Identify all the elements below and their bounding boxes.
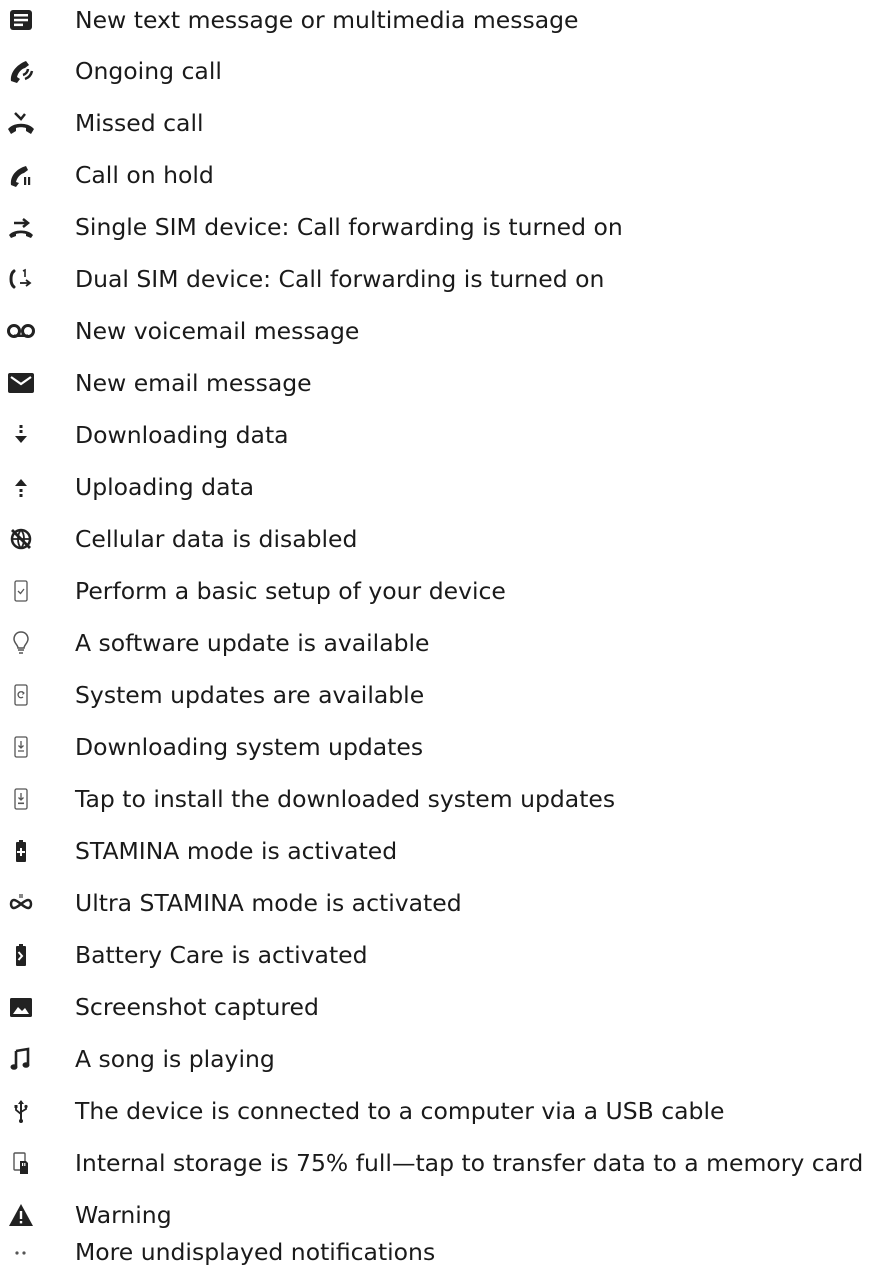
list-item-label: STAMINA mode is activated (75, 837, 398, 865)
basic-setup-icon (6, 577, 36, 605)
ongoing-call-icon (6, 57, 36, 85)
screenshot-icon (6, 993, 36, 1021)
list-item: Call on hold (0, 155, 880, 195)
system-update-available-icon (6, 681, 36, 709)
list-item: New email message (0, 363, 880, 403)
list-item: A software update is available (0, 623, 880, 663)
list-item-label: Uploading data (75, 473, 255, 501)
list-item: Uploading data (0, 467, 880, 507)
list-item-label: A song is playing (75, 1045, 275, 1073)
list-item: Tap to install the downloaded system upd… (0, 779, 880, 819)
list-item-label: A software update is available (75, 629, 430, 657)
more-notifications-icon (6, 1238, 36, 1266)
ultra-stamina-icon (6, 889, 36, 917)
cellular-data-disabled-icon (6, 525, 36, 553)
list-item: A song is playing (0, 1039, 880, 1079)
list-item: Dual SIM device: Call forwarding is turn… (0, 259, 880, 299)
call-on-hold-icon (6, 161, 36, 189)
list-item-label: Warning (75, 1201, 172, 1229)
email-icon (6, 369, 36, 397)
list-item-label: Downloading system updates (75, 733, 424, 761)
list-item: Screenshot captured (0, 987, 880, 1027)
text-message-icon (6, 6, 36, 34)
list-item-label: The device is connected to a computer vi… (75, 1097, 725, 1125)
list-item: Missed call (0, 103, 880, 143)
list-item-label: More undisplayed notifications (75, 1238, 436, 1266)
list-item: Warning (0, 1195, 880, 1235)
list-item: Perform a basic setup of your device (0, 571, 880, 611)
list-item: System updates are available (0, 675, 880, 715)
list-item-label: Screenshot captured (75, 993, 319, 1021)
battery-care-icon (6, 941, 36, 969)
list-item: Ultra STAMINA mode is activated (0, 883, 880, 923)
list-item-label: New email message (75, 369, 312, 397)
list-item-label: Internal storage is 75% full—tap to tran… (75, 1149, 864, 1177)
list-item-label: Ongoing call (75, 57, 222, 85)
missed-call-icon (6, 109, 36, 137)
list-item-label: Dual SIM device: Call forwarding is turn… (75, 265, 605, 293)
list-item-label: Perform a basic setup of your device (75, 577, 506, 605)
list-item: Ongoing call (0, 51, 880, 91)
list-item-label: Ultra STAMINA mode is activated (75, 889, 462, 917)
list-item-label: Missed call (75, 109, 204, 137)
list-item: More undisplayed notifications (0, 1232, 880, 1272)
warning-icon (6, 1201, 36, 1229)
list-item: Cellular data is disabled (0, 519, 880, 559)
list-item-label: Downloading data (75, 421, 289, 449)
list-item-label: Single SIM device: Call forwarding is tu… (75, 213, 623, 241)
lightbulb-icon (6, 629, 36, 657)
stamina-battery-icon (6, 837, 36, 865)
usb-icon (6, 1097, 36, 1125)
list-item-label: New voicemail message (75, 317, 360, 345)
install-system-update-icon (6, 785, 36, 813)
list-item-label: Call on hold (75, 161, 214, 189)
list-item: New voicemail message (0, 311, 880, 351)
list-item-label: Tap to install the downloaded system upd… (75, 785, 616, 813)
list-item: Battery Care is activated (0, 935, 880, 975)
dual-sim-call-forwarding-icon (6, 265, 36, 293)
storage-sd-card-icon (6, 1149, 36, 1177)
download-icon (6, 421, 36, 449)
list-item: Single SIM device: Call forwarding is tu… (0, 207, 880, 247)
call-forwarding-icon (6, 213, 36, 241)
list-item: Internal storage is 75% full—tap to tran… (0, 1143, 880, 1183)
list-item: Downloading system updates (0, 727, 880, 767)
list-item-label: System updates are available (75, 681, 425, 709)
downloading-system-update-icon (6, 733, 36, 761)
voicemail-icon (6, 317, 36, 345)
music-note-icon (6, 1045, 36, 1073)
list-item: The device is connected to a computer vi… (0, 1091, 880, 1131)
list-item-label: Battery Care is activated (75, 941, 368, 969)
upload-icon (6, 473, 36, 501)
list-item-label: New text message or multimedia message (75, 6, 579, 34)
list-item: STAMINA mode is activated (0, 831, 880, 871)
list-item: Downloading data (0, 415, 880, 455)
list-item: New text message or multimedia message (0, 0, 880, 40)
list-item-label: Cellular data is disabled (75, 525, 358, 553)
